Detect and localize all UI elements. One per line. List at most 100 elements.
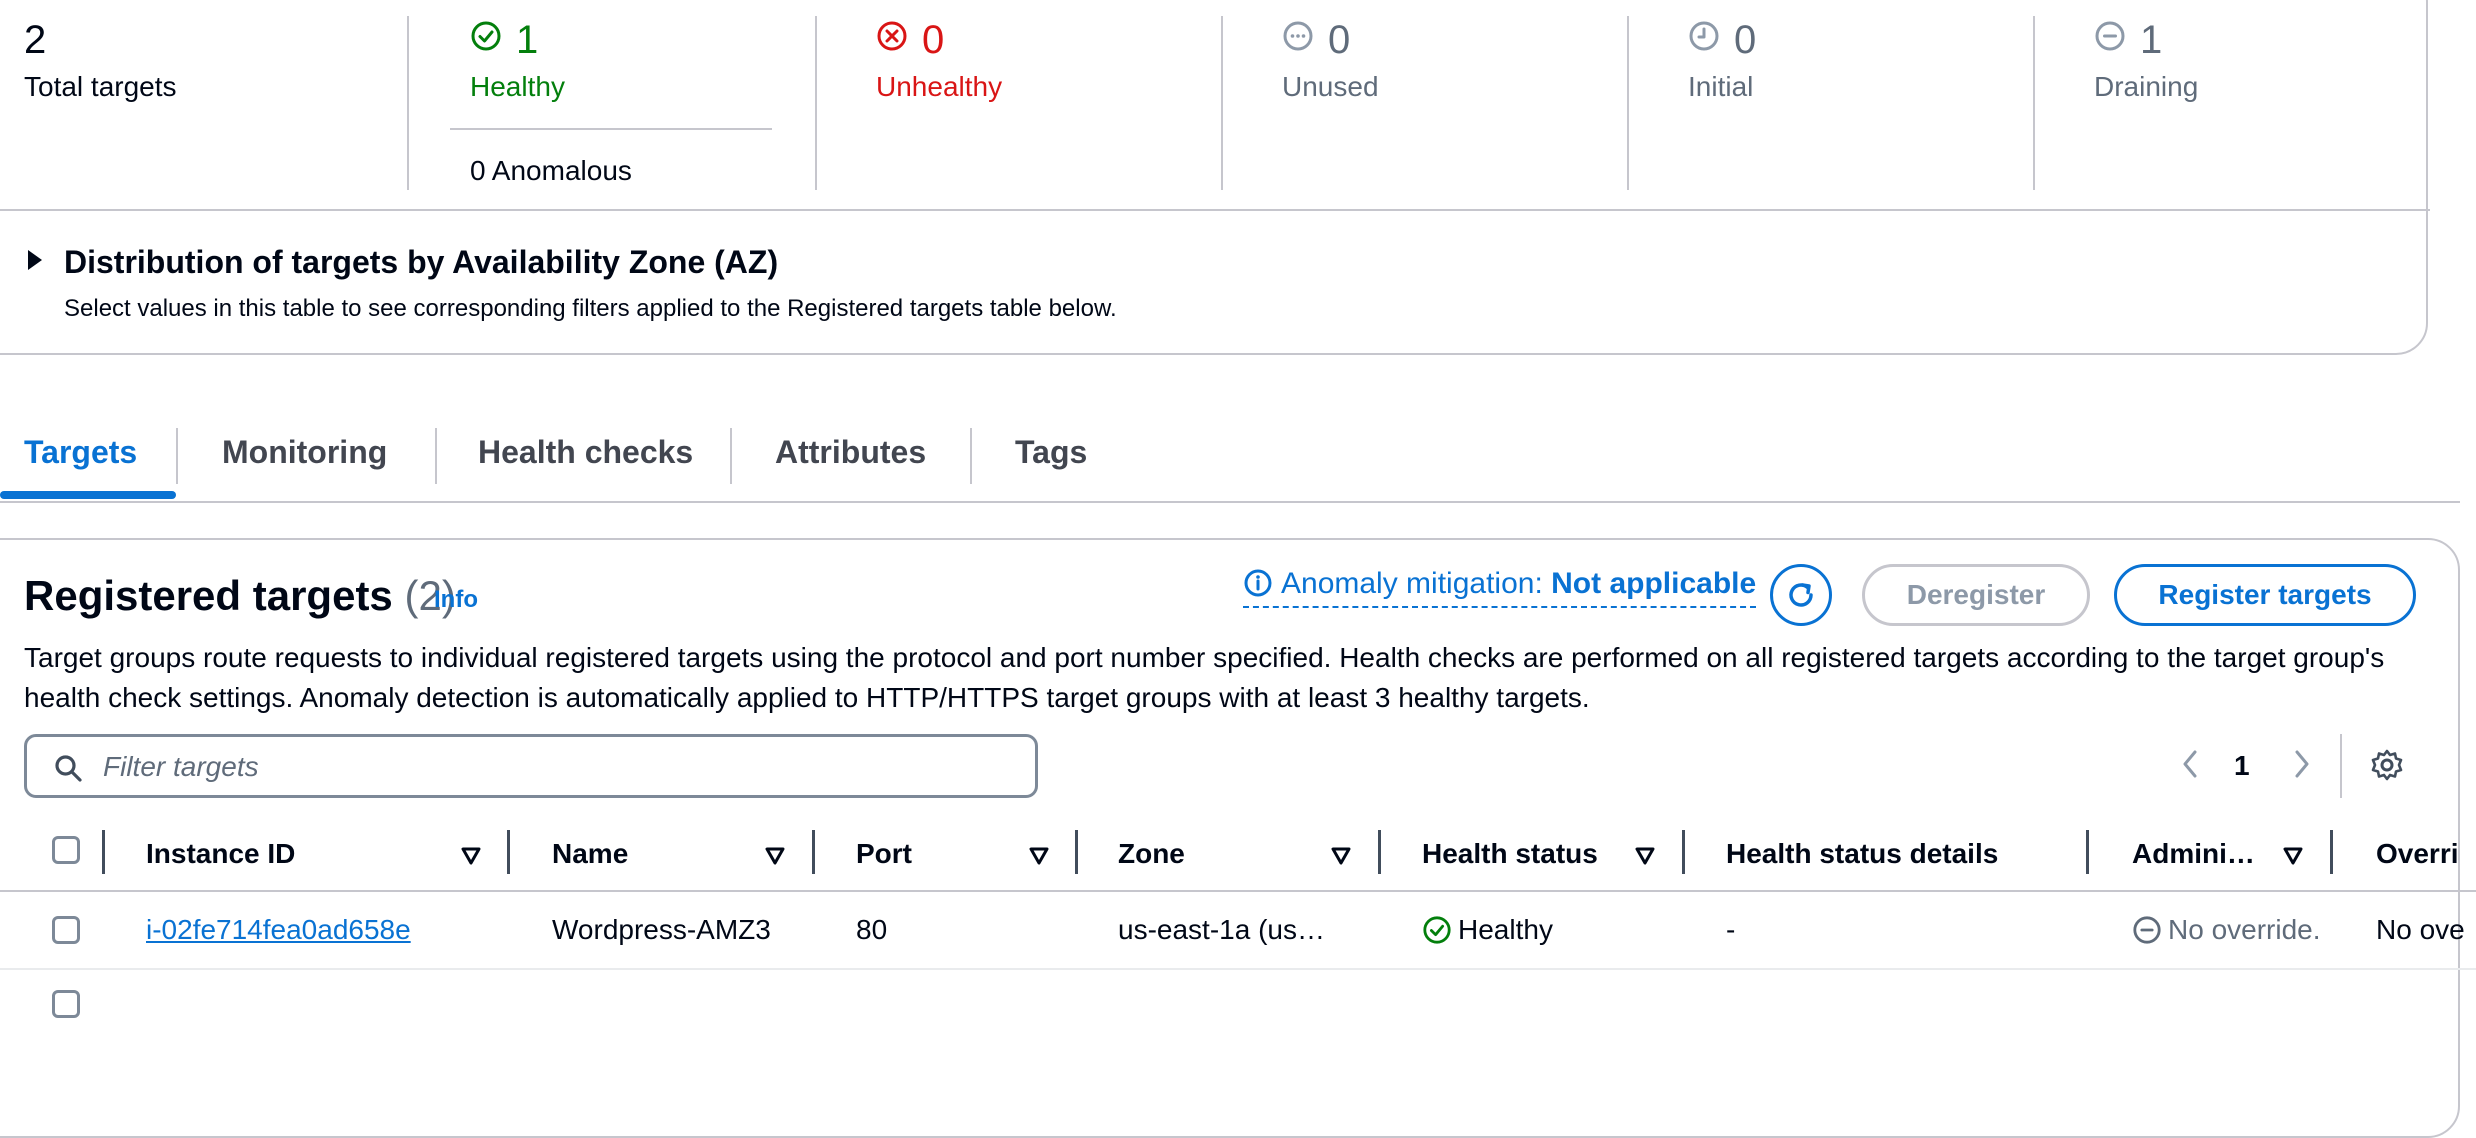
az-distribution-subtitle: Select values in this table to see corre… [64,295,1117,322]
metric-divider [407,16,409,190]
column-header-administrative-override[interactable]: Admini… [2132,830,2255,878]
tab-tags[interactable]: Tags [1015,422,1087,482]
administrative-override-text: No override. [2168,914,2321,945]
refresh-button[interactable] [1770,564,1832,626]
search-icon [55,755,82,782]
sort-icon[interactable] [2282,846,2304,866]
health-status-details-cell: - [1726,914,1736,945]
register-targets-button[interactable]: Register targets [2114,564,2416,626]
metric-divider [1221,16,1223,190]
gear-icon[interactable] [2370,748,2404,782]
metric-unhealthy[interactable]: 0 Unhealthy [876,0,1196,190]
caret-right-icon [28,250,42,270]
target-port-cell: 80 [856,914,888,945]
total-targets-label: Total targets [24,71,177,102]
draining-count: 1 [2140,18,2163,62]
current-page-number[interactable]: 1 [2234,746,2250,786]
target-name-cell: Wordpress-AMZ3 [552,914,771,945]
sort-icon[interactable] [460,846,482,866]
draining-label: Draining [2094,71,2199,102]
initial-label: Initial [1688,71,1754,102]
column-separator[interactable] [1075,830,1078,874]
summary-divider [0,209,2430,211]
metric-divider [1627,16,1629,190]
chevron-right-icon[interactable] [2290,748,2314,780]
column-header-health-status[interactable]: Health status [1422,830,1598,878]
override-details-cell: No ove [2376,914,2465,945]
tab-targets[interactable]: Targets [24,422,137,482]
metric-divider [815,16,817,190]
sort-icon[interactable] [1330,846,1352,866]
filter-targets-field[interactable] [24,734,1038,798]
chevron-left-icon[interactable] [2178,748,2202,780]
column-separator[interactable] [1682,830,1685,874]
select-all-checkbox[interactable] [52,836,80,864]
active-tab-indicator [0,491,176,499]
unused-count: 0 [1328,18,1351,62]
info-link[interactable]: Info [434,582,478,618]
row-select-checkbox[interactable] [52,916,80,944]
tab-monitoring[interactable]: Monitoring [222,422,387,482]
column-separator [102,830,105,874]
health-status-text: Healthy [1458,914,1553,945]
metric-unused[interactable]: 0 Unused [1282,0,1602,190]
metric-divider [2033,16,2035,190]
healthy-count: 1 [516,18,539,62]
row-select-checkbox[interactable] [52,990,80,1018]
registered-targets-title: Registered targets [24,572,393,619]
check-circle-icon [1423,916,1451,944]
total-targets-count: 2 [24,18,47,62]
healthy-label: Healthy [470,71,565,102]
sort-icon[interactable] [1634,846,1656,866]
health-status-cell: Healthy [1422,910,1553,950]
registered-targets-panel [0,538,2460,1138]
filter-targets-input[interactable] [101,737,1025,797]
column-header-name[interactable]: Name [552,830,628,878]
clock-circle-icon [1689,21,1719,51]
instance-id-link[interactable]: i-02fe714fea0ad658e [146,910,411,950]
column-separator[interactable] [812,830,815,874]
column-header-port[interactable]: Port [856,830,912,878]
ellipsis-circle-icon [1283,21,1313,51]
refresh-icon [1789,583,1813,607]
deregister-button[interactable]: Deregister [1862,564,2090,626]
column-separator[interactable] [2086,830,2089,874]
column-header-override-details[interactable]: Overri [2376,830,2459,878]
initial-count: 0 [1734,18,1757,62]
table-row-divider [0,968,2476,970]
unused-label: Unused [1282,71,1379,102]
tab-health-checks[interactable]: Health checks [478,422,693,482]
tab-separator [176,428,178,484]
administrative-override-cell: No override. [2132,910,2321,950]
column-header-instance-id[interactable]: Instance ID [146,830,295,878]
column-separator[interactable] [507,830,510,874]
sort-icon[interactable] [764,846,786,866]
minus-circle-icon [2095,21,2125,51]
column-separator[interactable] [2330,830,2333,874]
anomaly-mitigation-label: Anomaly mitigation: [1281,567,1543,600]
az-distribution-toggle[interactable]: Distribution of targets by Availability … [28,240,778,284]
column-header-zone[interactable]: Zone [1118,830,1185,878]
target-zone-cell: us-east-1a (us… [1118,914,1325,945]
column-separator[interactable] [1378,830,1381,874]
anomalous-label[interactable]: 0 Anomalous [470,152,632,190]
unhealthy-count: 0 [922,18,945,62]
table-header-divider [0,890,2476,892]
pager-divider [2340,734,2342,798]
tab-separator [970,428,972,484]
sort-icon[interactable] [1028,846,1050,866]
registered-targets-description: Target groups route requests to individu… [24,642,2385,713]
metric-total-targets: 2 Total targets [24,0,384,190]
column-header-health-status-details[interactable]: Health status details [1726,830,1998,878]
x-circle-icon [877,21,907,51]
tab-separator [730,428,732,484]
info-icon [1244,569,1272,597]
tab-attributes[interactable]: Attributes [775,422,926,482]
registered-targets-heading: Registered targets (2) [24,566,456,626]
tabs-divider [0,501,2460,503]
anomaly-mitigation-popover[interactable]: Anomaly mitigation: Not applicable [1243,562,1757,608]
az-distribution-title: Distribution of targets by Availability … [64,244,779,280]
minus-circle-icon [2133,916,2161,944]
metric-initial[interactable]: 0 Initial [1688,0,2008,190]
metric-draining[interactable]: 1 Draining [2094,0,2414,190]
